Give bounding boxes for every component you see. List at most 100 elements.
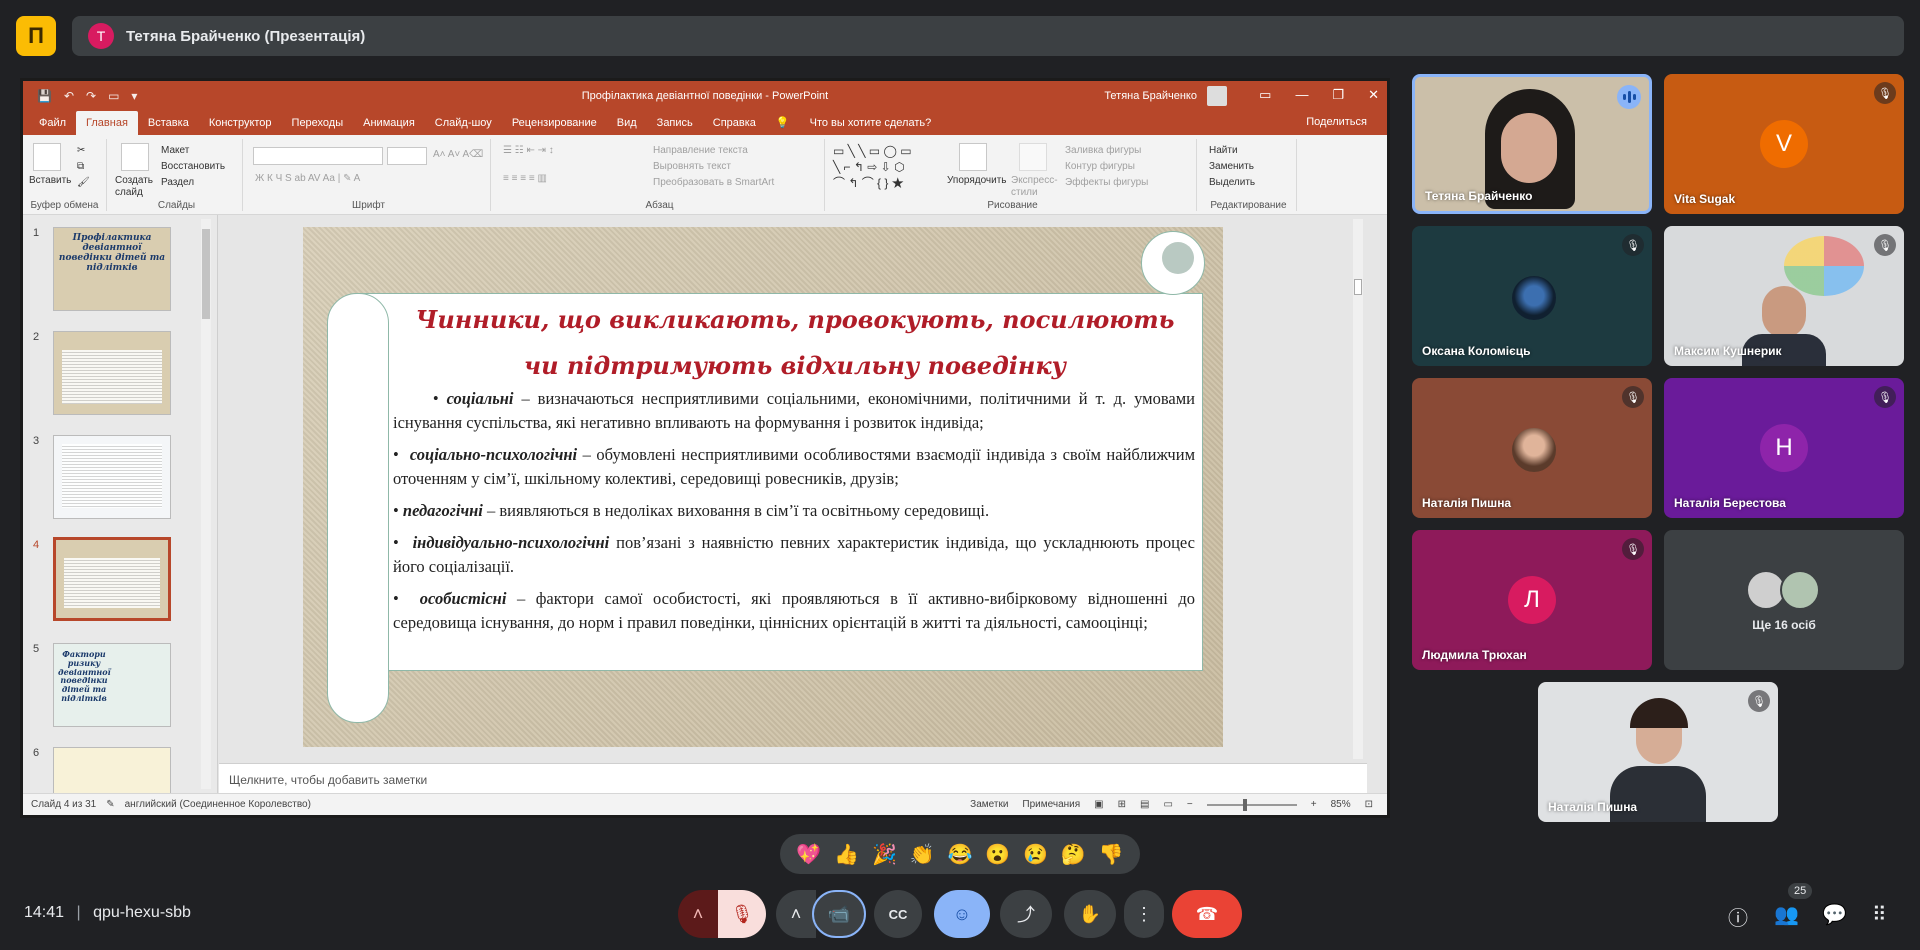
copy-icon[interactable]: ⧉	[77, 161, 84, 172]
font-grow-shrink-icon[interactable]: A˄ A˅ A⌫	[433, 149, 483, 160]
reset-button[interactable]: Восстановить	[161, 161, 225, 172]
find-button[interactable]: Найти	[1209, 145, 1238, 156]
list-icons[interactable]: ☰ ☷ ⇤ ⇥ ↕	[503, 145, 554, 156]
raise-hand-button[interactable]: ✋	[1064, 890, 1116, 938]
view-normal-icon[interactable]: ▣	[1094, 799, 1103, 810]
tab-review[interactable]: Рецензирование	[502, 117, 607, 135]
redo-icon[interactable]: ↷	[86, 89, 96, 103]
new-slide-button[interactable]: Создать слайд	[115, 175, 155, 199]
activities-button[interactable]: ⠿	[1872, 902, 1887, 927]
spellcheck-icon[interactable]: ✎	[106, 799, 114, 810]
chat-button[interactable]: 💬	[1822, 902, 1847, 927]
reaction-thumbs-down[interactable]: 👎	[1099, 842, 1124, 867]
tab-transitions[interactable]: Переходы	[282, 117, 354, 135]
section-button[interactable]: Раздел	[161, 177, 194, 188]
slide-thumbnail-2[interactable]	[53, 331, 171, 415]
view-reading-icon[interactable]: ▤	[1140, 799, 1149, 810]
tell-me-search[interactable]: Что вы хотите сделать?	[800, 117, 942, 135]
paste-icon[interactable]	[33, 143, 61, 171]
tab-help[interactable]: Справка	[703, 117, 766, 135]
customize-icon[interactable]: ▾	[131, 89, 137, 103]
select-button[interactable]: Выделить	[1209, 177, 1255, 188]
arrange-icon[interactable]	[959, 143, 987, 171]
quick-styles-icon[interactable]	[1019, 143, 1047, 171]
present-screen-button[interactable]: ⤴	[1000, 890, 1052, 938]
notes-pane[interactable]: Щелкните, чтобы добавить заметки	[219, 763, 1367, 795]
smartart-button[interactable]: Преобразовать в SmartArt	[653, 177, 774, 188]
reaction-sad[interactable]: 😢	[1023, 842, 1048, 867]
reaction-heart[interactable]: 💖	[796, 842, 821, 867]
slide-scrollbar[interactable]	[1353, 219, 1363, 759]
reaction-laugh[interactable]: 😂	[947, 842, 972, 867]
participant-tile[interactable]: Н 🎙 Наталія Берестова	[1664, 378, 1904, 518]
people-button[interactable]: 👥	[1774, 902, 1799, 927]
tab-file[interactable]: Файл	[29, 117, 76, 135]
zoom-in-icon[interactable]: +	[1311, 799, 1317, 810]
close-icon[interactable]: ✕	[1368, 87, 1379, 103]
font-name-select[interactable]	[253, 147, 383, 165]
slideshow-icon[interactable]: ▭	[108, 89, 119, 103]
camera-toggle-button[interactable]: 📹	[812, 890, 866, 938]
audio-options-button[interactable]: ˄	[678, 890, 718, 938]
quick-styles-button[interactable]: Экспресс-стили	[1011, 175, 1058, 199]
participant-tile[interactable]: 🎙 Оксана Коломієць	[1412, 226, 1652, 366]
new-slide-icon[interactable]	[121, 143, 149, 171]
meeting-details-button[interactable]: ⓘ	[1728, 902, 1748, 931]
font-size-select[interactable]	[387, 147, 427, 165]
slide-thumbnail-4[interactable]	[53, 537, 171, 621]
participant-tile[interactable]: 🎙 Максим Кушнерик	[1664, 226, 1904, 366]
participant-tile[interactable]: 🎙 Наталія Пишна	[1538, 682, 1778, 822]
tab-animations[interactable]: Анимация	[353, 117, 425, 135]
shape-outline-button[interactable]: Контур фигуры	[1065, 161, 1135, 172]
shape-effects-button[interactable]: Эффекты фигуры	[1065, 177, 1148, 188]
slide-thumbnail-5[interactable]: Фактори ризику девіантної поведінки діте…	[53, 643, 171, 727]
thumbs-scrollbar[interactable]	[201, 219, 211, 789]
mic-toggle-button[interactable]: 🎙	[718, 890, 766, 938]
participant-tile[interactable]: Л 🎙 Людмила Трюхан	[1412, 530, 1652, 670]
tab-insert[interactable]: Вставка	[138, 117, 199, 135]
cut-icon[interactable]: ✂	[77, 145, 85, 156]
more-participants-tile[interactable]: Ще 16 осіб	[1664, 530, 1904, 670]
reaction-thumbs-up[interactable]: 👍	[834, 842, 859, 867]
more-options-button[interactable]: ⋮	[1124, 890, 1164, 938]
end-call-button[interactable]: ☎	[1172, 890, 1242, 938]
slide-thumbnail-6[interactable]	[53, 747, 171, 795]
slide-title[interactable]: Чинники, що викликають, провокують, поси…	[395, 297, 1195, 389]
ribbon-display-icon[interactable]: ▭	[1259, 87, 1271, 103]
paste-button[interactable]: Вставить	[29, 175, 71, 186]
align-text-button[interactable]: Выровнять текст	[653, 161, 731, 172]
tab-view[interactable]: Вид	[607, 117, 647, 135]
view-slideshow-icon[interactable]: ▭	[1163, 799, 1172, 810]
slide-thumbnail-1[interactable]: Профілактика девіантної поведінки дітей …	[53, 227, 171, 311]
tab-design[interactable]: Конструктор	[199, 117, 282, 135]
zoom-out-icon[interactable]: −	[1187, 799, 1193, 810]
scrollbar-thumb[interactable]	[202, 229, 210, 319]
emoji-reactions-button[interactable]: ☺	[934, 890, 990, 938]
reaction-clap[interactable]: 👏	[910, 842, 935, 867]
shape-fill-button[interactable]: Заливка фигуры	[1065, 145, 1141, 156]
shapes-gallery[interactable]: ▭ ╲ ╲ ▭ ◯ ▭ ╲ ⌐ ↰ ⇨ ⇩ ⬡ ⌒ ↰ ⌒ { } ★	[833, 143, 912, 191]
format-painter-icon[interactable]: 🖌	[77, 177, 90, 188]
text-direction-button[interactable]: Направление текста	[653, 145, 748, 156]
video-options-button[interactable]: ˄	[776, 890, 816, 938]
maximize-icon[interactable]: ❐	[1332, 87, 1344, 103]
participant-tile[interactable]: V 🎙 Vita Sugak	[1664, 74, 1904, 214]
zoom-slider[interactable]	[1206, 798, 1297, 811]
reaction-thinking[interactable]: 🤔	[1061, 842, 1086, 867]
notes-button[interactable]: Заметки	[970, 799, 1008, 810]
reaction-surprised[interactable]: 😮	[985, 842, 1010, 867]
arrange-button[interactable]: Упорядочить	[947, 175, 1007, 186]
fit-slide-icon[interactable]: ⊡	[1365, 799, 1373, 810]
reaction-party[interactable]: 🎉	[872, 842, 897, 867]
minimize-icon[interactable]: —	[1295, 87, 1308, 103]
tab-slideshow[interactable]: Слайд-шоу	[425, 117, 502, 135]
slide-body-text[interactable]: • соціальні – визначаються несприятливим…	[393, 387, 1195, 643]
replace-button[interactable]: Заменить	[1209, 161, 1254, 172]
captions-button[interactable]: CC	[874, 890, 922, 938]
comments-button[interactable]: Примечания	[1022, 799, 1080, 810]
scrollbar-thumb[interactable]	[1354, 279, 1362, 295]
tab-record[interactable]: Запись	[647, 117, 703, 135]
language-indicator[interactable]: английский (Соединенное Королевство)	[125, 799, 311, 810]
current-slide[interactable]: Чинники, що викликають, провокують, поси…	[303, 227, 1223, 747]
align-icons[interactable]: ≡ ≡ ≡ ≡ ▥	[503, 173, 547, 184]
